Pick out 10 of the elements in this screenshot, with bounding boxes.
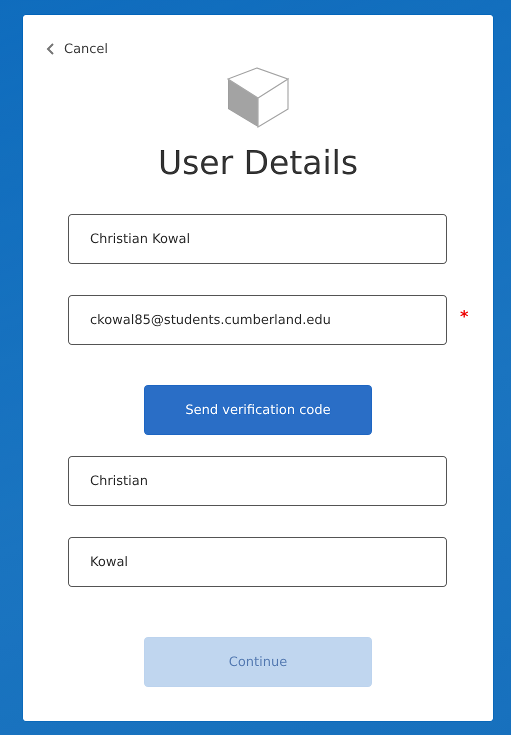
input-field[interactable]: Christian [68,456,447,506]
input-field[interactable]: Christian Kowal [68,214,447,264]
back-chevron-icon [46,42,56,56]
input-field[interactable]: Kowal [68,537,447,587]
required-mark: * [460,307,468,326]
cube-icon [227,67,289,129]
cancel-link[interactable]: Cancel [46,42,108,56]
input-field[interactable]: ckowal85@students.cumberland.edu [68,295,447,345]
page-title: User Details [158,143,358,183]
send-code-button[interactable]: Send verification code [144,385,372,435]
